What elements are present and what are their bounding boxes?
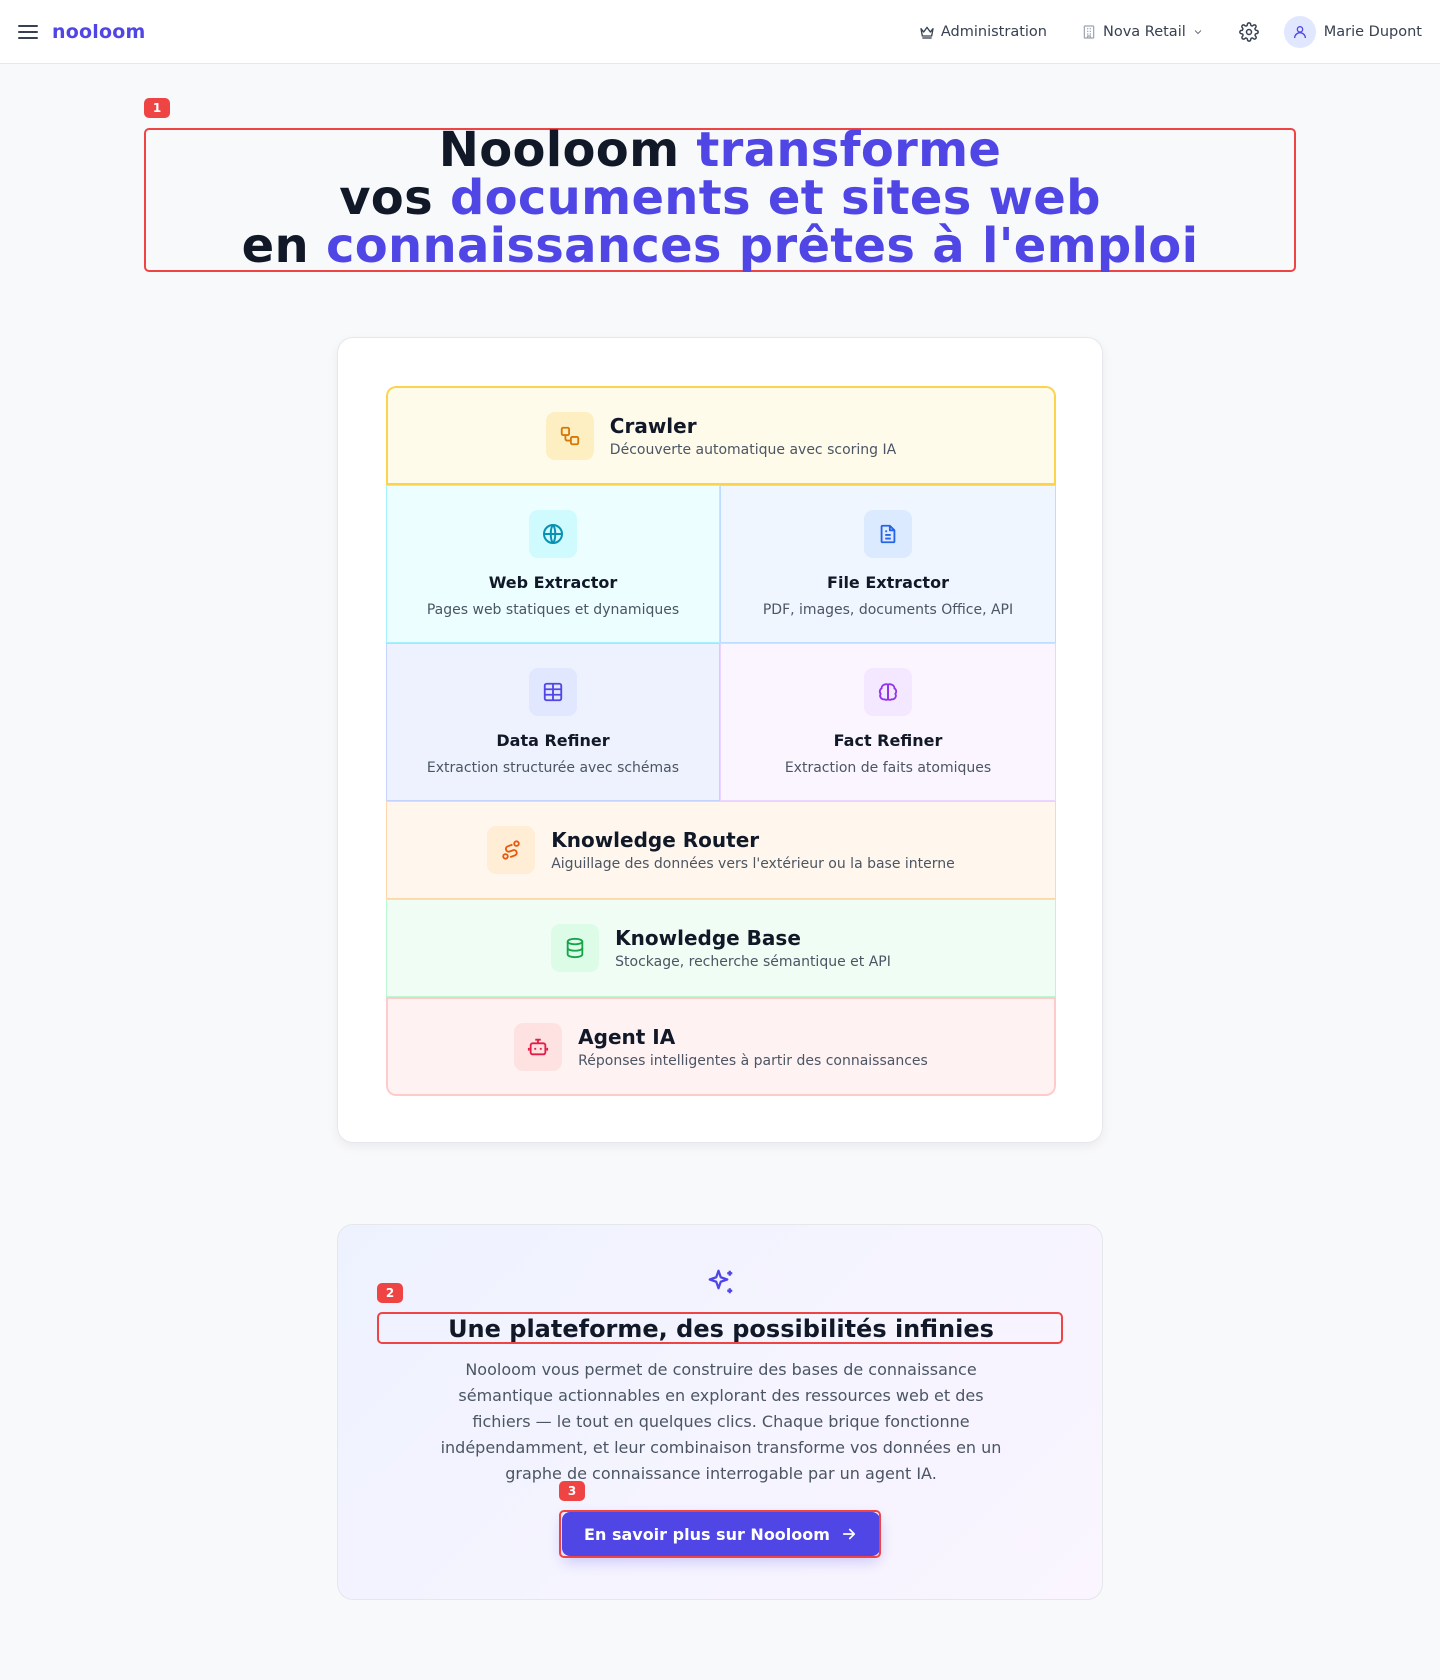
user-icon [1293,25,1306,38]
knowledge-base-title: Knowledge Base [615,926,801,950]
globe-icon [529,510,577,558]
hero-line3-plain: en [241,218,309,274]
workflow-icon [545,411,594,460]
fact-refiner-subtitle: Extraction de faits atomiques [784,760,992,776]
web-extractor-block: Web Extractor Pages web statiques et dyn… [386,485,720,643]
data-refiner-title: Data Refiner [496,731,610,750]
pipeline-diagram: Crawler Découverte automatique avec scor… [386,386,1056,1096]
route-icon [487,826,536,874]
knowledge-base-block: Knowledge Base Stockage, recherche séman… [386,899,1056,997]
file-extractor-block: File Extractor PDF, images, documents Of… [720,485,1056,643]
fact-refiner-block: Fact Refiner Extraction de faits atomiqu… [720,643,1056,801]
crawler-block: Crawler Découverte automatique avec scor… [386,386,1056,485]
annotation-marker-3: 3 [559,1481,585,1501]
hero-title: Nooloom transforme vos documents et site… [145,126,1295,270]
organization-selector[interactable]: Nova Retail [1081,24,1204,40]
fact-refiner-title: Fact Refiner [833,731,943,750]
annotation-marker-1: 1 [144,98,170,118]
knowledge-router-block: Knowledge Router Aiguillage des données … [386,801,1056,899]
file-extractor-subtitle: PDF, images, documents Office, API [762,602,1014,618]
annotation-box-2 [377,1312,1063,1344]
data-refiner-block: Data Refiner Extraction structurée avec … [386,643,720,801]
database-icon [551,924,600,972]
hero-line3-accent: connaissances prêtes à l'emploi [326,218,1199,274]
agent-ia-subtitle: Réponses intelligentes à partir des conn… [578,1052,928,1069]
hamburger-menu-icon[interactable] [18,22,38,42]
administration-label: Administration [940,23,1047,40]
brain-icon [864,668,912,716]
knowledge-router-title: Knowledge Router [551,828,760,852]
avatar [1283,15,1316,48]
annotation-marker-2: 2 [377,1283,403,1303]
agent-ia-title: Agent IA [578,1024,676,1049]
knowledge-router-subtitle: Aiguillage des données vers l'extérieur … [551,856,955,872]
table-icon [529,668,577,716]
web-extractor-title: Web Extractor [488,573,618,592]
top-navbar: nooloom Administration Nova Retail Marie… [0,0,1440,64]
annotation-box-3 [559,1510,881,1558]
settings-gear-icon[interactable] [1238,21,1260,43]
file-text-icon [864,510,912,558]
building-icon [1083,24,1095,39]
crawler-subtitle: Découverte automatique avec scoring IA [609,441,897,458]
crawler-title: Crawler [609,413,697,438]
sparkles-icon [706,1267,736,1297]
chevron-down-icon [1194,29,1202,34]
cta-description: Nooloom vous permet de construire des ba… [440,1360,1002,1483]
file-extractor-title: File Extractor [827,573,949,592]
organization-label: Nova Retail [1102,23,1186,40]
crown-icon [920,26,934,39]
administration-link[interactable]: Administration [919,24,1047,40]
brand-logo[interactable]: nooloom [52,21,145,43]
web-extractor-subtitle: Pages web statiques et dynamiques [426,602,680,618]
pipeline-card: Crawler Découverte automatique avec scor… [337,337,1103,1143]
data-refiner-subtitle: Extraction structurée avec schémas [426,760,680,776]
user-menu[interactable]: Marie Dupont [1283,15,1422,48]
knowledge-base-subtitle: Stockage, recherche sémantique et API [615,954,891,970]
user-name: Marie Dupont [1323,23,1422,40]
agent-ia-block: Agent IA Réponses intelligentes à partir… [386,997,1056,1096]
bot-icon [514,1022,563,1071]
